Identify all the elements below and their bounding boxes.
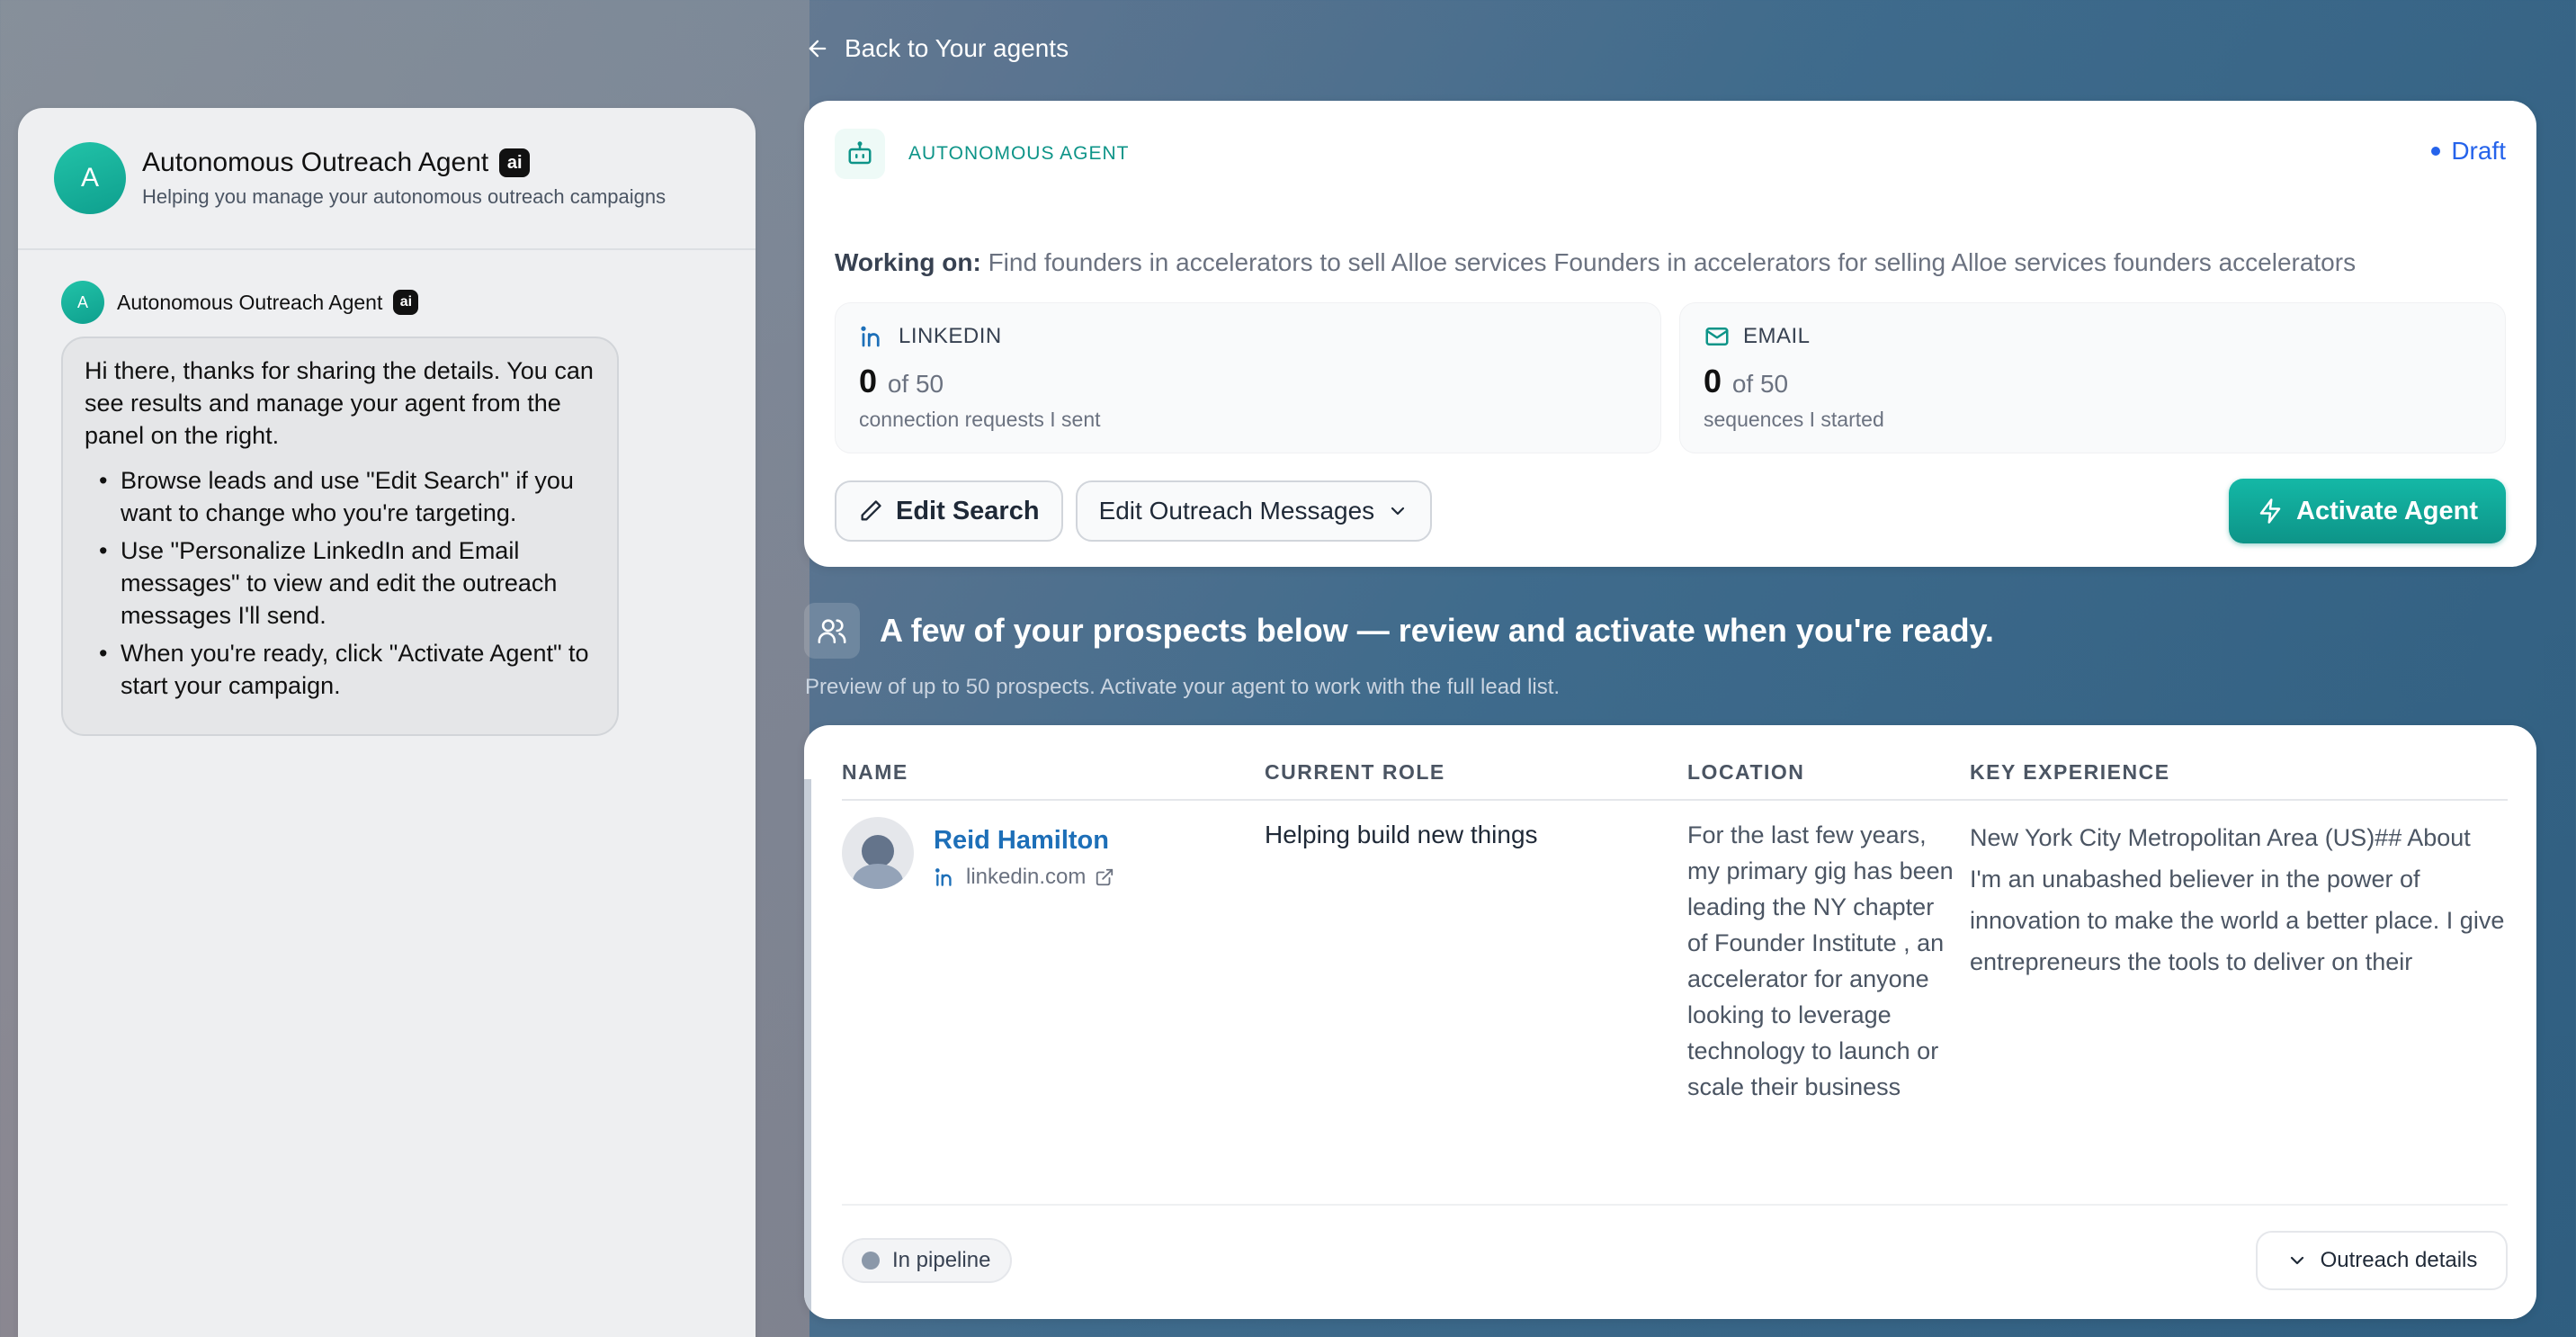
sender-name-text: Autonomous Outreach Agent bbox=[117, 290, 383, 314]
linkedin-stat-value: 0 bbox=[859, 363, 878, 399]
linkedin-stat: LINKEDIN 0 of 50 connection requests I s… bbox=[835, 302, 1661, 453]
prospects-title: A few of your prospects below — review a… bbox=[880, 612, 1994, 649]
chat-subtitle: Helping you manage your autonomous outre… bbox=[142, 185, 666, 208]
column-header-location: LOCATION bbox=[1687, 760, 1805, 784]
email-stat-desc: sequences I started bbox=[1704, 408, 1884, 431]
bot-icon bbox=[835, 129, 885, 179]
edit-outreach-label: Edit Outreach Messages bbox=[1098, 497, 1375, 525]
prospects-header: A few of your prospects below — review a… bbox=[804, 603, 1994, 659]
email-stat: EMAIL 0 of 50 sequences I started bbox=[1679, 302, 2506, 453]
outreach-details-label: Outreach details bbox=[2320, 1248, 2478, 1272]
table-row: Reid Hamilton linkedin.com Helping build… bbox=[842, 801, 2508, 1206]
arrow-left-icon bbox=[809, 40, 827, 58]
activate-agent-label: Activate Agent bbox=[2296, 496, 2478, 525]
agent-type-label: AUTONOMOUS AGENT bbox=[908, 143, 1130, 164]
prospect-experience: New York City Metropolitan Area (US)## A… bbox=[1970, 824, 2505, 975]
users-icon bbox=[804, 603, 860, 659]
chat-title-text: Autonomous Outreach Agent bbox=[142, 148, 489, 177]
edit-search-label: Edit Search bbox=[896, 496, 1040, 525]
message-bullet: When you're ready, click "Activate Agent… bbox=[99, 637, 594, 702]
column-header-experience: KEY EXPERIENCE bbox=[1970, 760, 2170, 784]
chevron-down-icon bbox=[1391, 507, 1405, 516]
email-stat-total: of 50 bbox=[1731, 370, 1789, 398]
linkedin-link-text: linkedin.com bbox=[966, 865, 1087, 889]
prospect-role: Helping build new things bbox=[1265, 821, 1538, 848]
external-link-icon bbox=[1096, 868, 1114, 886]
chat-panel: A Autonomous Outreach Agent ai Helping y… bbox=[18, 108, 756, 1337]
activate-agent-button[interactable]: Activate Agent bbox=[2229, 479, 2506, 543]
agent-avatar: A bbox=[54, 142, 126, 214]
working-on-text: Find founders in accelerators to sell Al… bbox=[988, 248, 2357, 276]
prospects-table: NAME CURRENT ROLE LOCATION KEY EXPERIENC… bbox=[804, 725, 2536, 1319]
status-dot-icon bbox=[2431, 147, 2441, 156]
linkedin-stat-desc: connection requests I sent bbox=[859, 408, 1101, 431]
linkedin-icon bbox=[861, 326, 880, 347]
message-bullets: Browse leads and use "Edit Search" if yo… bbox=[85, 464, 594, 702]
ai-badge-icon: ai bbox=[499, 148, 531, 177]
chevron-down-icon bbox=[2290, 1256, 2303, 1265]
back-link-label: Back to Your agents bbox=[845, 34, 1069, 62]
chat-header: A Autonomous Outreach Agent ai Helping y… bbox=[18, 108, 756, 250]
agent-card: AUTONOMOUS AGENT Draft Working on: Find … bbox=[804, 101, 2536, 567]
pipeline-status-text: In pipeline bbox=[892, 1248, 991, 1272]
edit-search-button[interactable]: Edit Search bbox=[835, 480, 1063, 542]
linkedin-stat-total: of 50 bbox=[887, 370, 944, 398]
working-on-label: Working on: bbox=[835, 248, 981, 276]
avatar bbox=[842, 817, 914, 889]
column-header-name: NAME bbox=[842, 760, 908, 784]
outreach-details-button[interactable]: Outreach details bbox=[2256, 1231, 2508, 1290]
message-header: A Autonomous Outreach Agent ai bbox=[61, 281, 756, 324]
ai-badge-icon: ai bbox=[393, 290, 419, 315]
sender-name: Autonomous Outreach Agent ai bbox=[117, 290, 419, 315]
status-dot-icon bbox=[862, 1252, 880, 1270]
mail-icon bbox=[1705, 328, 1729, 345]
prospect-location: For the last few years, my primary gig h… bbox=[1687, 821, 1954, 1100]
prospects-subtitle: Preview of up to 50 prospects. Activate … bbox=[805, 675, 1561, 699]
linkedin-icon bbox=[935, 868, 952, 886]
lightning-icon bbox=[2259, 498, 2281, 524]
chat-message-bubble: Hi there, thanks for sharing the details… bbox=[61, 336, 619, 736]
linkedin-stat-label: LINKEDIN bbox=[899, 324, 1002, 348]
message-intro: Hi there, thanks for sharing the details… bbox=[85, 357, 594, 449]
prospect-name-link[interactable]: Reid Hamilton bbox=[934, 826, 1114, 856]
email-stat-value: 0 bbox=[1704, 363, 1722, 399]
status-badge: Draft bbox=[2431, 137, 2506, 166]
linkedin-profile-link[interactable]: linkedin.com bbox=[934, 865, 1114, 890]
status-text: Draft bbox=[2451, 137, 2506, 165]
email-stat-label: EMAIL bbox=[1743, 324, 1811, 348]
pencil-icon bbox=[861, 500, 881, 521]
working-on: Working on: Find founders in accelerator… bbox=[804, 248, 2536, 277]
pipeline-status-badge: In pipeline bbox=[842, 1238, 1013, 1283]
column-header-role: CURRENT ROLE bbox=[1265, 760, 1445, 784]
sender-avatar: A bbox=[61, 281, 104, 324]
edit-outreach-messages-dropdown[interactable]: Edit Outreach Messages bbox=[1075, 480, 1433, 542]
chat-title: Autonomous Outreach Agent ai bbox=[142, 148, 666, 178]
back-to-agents-link[interactable]: Back to Your agents bbox=[805, 34, 1069, 63]
table-header: NAME CURRENT ROLE LOCATION KEY EXPERIENC… bbox=[842, 725, 2508, 801]
message-bullet: Browse leads and use "Edit Search" if yo… bbox=[99, 464, 594, 529]
message-bullet: Use "Personalize LinkedIn and Email mess… bbox=[99, 534, 594, 632]
